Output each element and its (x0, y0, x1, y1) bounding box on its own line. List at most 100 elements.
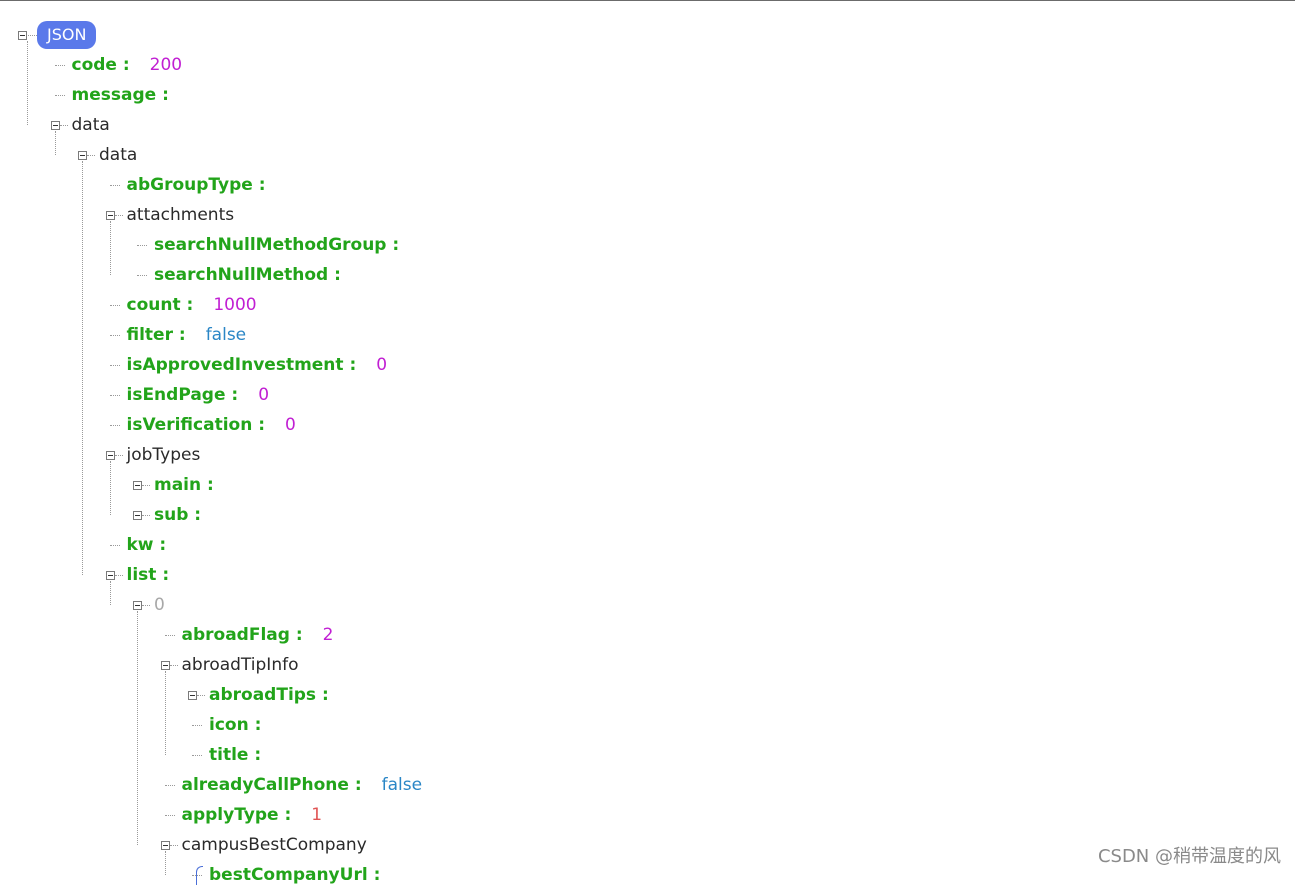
node-key: attachments (126, 205, 235, 225)
node-key: list : (126, 565, 170, 585)
tree-connector (114, 575, 123, 576)
tree-node[interactable]: alreadyCallPhone : false (182, 773, 423, 797)
node-key: abroadFlag : (181, 625, 303, 645)
tree-connector (59, 125, 68, 126)
tree-node[interactable]: data (99, 143, 137, 167)
collapse-toggle-main[interactable] (133, 481, 142, 490)
tree-connector (27, 41, 28, 125)
tree-connector (109, 545, 120, 546)
node-key: count : (126, 295, 194, 315)
tree-node[interactable]: list : (127, 563, 170, 587)
collapse-toggle-attachments[interactable] (105, 211, 115, 220)
node-value: false (205, 325, 247, 345)
tree-connector (192, 755, 202, 756)
tree-node[interactable]: bestCompanyUrl : (209, 863, 380, 887)
node-key: abroadTips : (209, 685, 329, 705)
tree-connector (164, 785, 175, 786)
node-key: isVerification : (126, 415, 266, 435)
node-value: 1 (311, 805, 323, 825)
tree-connector (109, 365, 120, 366)
node-key: isEndPage : (126, 385, 239, 405)
tree-node[interactable]: title : (209, 743, 261, 767)
collapse-toggle-root[interactable] (18, 31, 27, 40)
tree-node[interactable]: message : (72, 83, 169, 107)
tree-node[interactable]: 0 (154, 593, 165, 617)
tree-connector (142, 515, 150, 516)
collapse-toggle-0[interactable] (133, 601, 142, 610)
tree-connector (164, 815, 175, 816)
node-key: title : (209, 745, 262, 765)
root-json-badge[interactable]: JSON (37, 21, 97, 49)
tree-connector (137, 611, 138, 845)
tree-node[interactable]: applyType : 1 (182, 803, 323, 827)
collapse-toggle-campusbestcompany[interactable] (160, 841, 170, 850)
tree-connector (109, 395, 120, 396)
node-key: searchNullMethodGroup : (154, 235, 400, 255)
node-key: jobTypes (126, 445, 201, 465)
node-key: kw : (126, 535, 167, 555)
tree-node[interactable]: kw : (127, 533, 167, 557)
tree-connector (54, 65, 65, 66)
tree-connector (109, 461, 111, 515)
collapse-toggle-sub[interactable] (133, 511, 142, 520)
tree-connector (164, 671, 166, 755)
tree-node[interactable]: attachments (127, 203, 235, 227)
tree-node[interactable]: main : (154, 473, 214, 497)
node-key: applyType : (181, 805, 292, 825)
tree-connector (142, 605, 150, 606)
node-key: campusBestCompany (181, 835, 367, 855)
node-value: 0 (258, 385, 270, 405)
tree-connector (169, 665, 178, 666)
tree-node[interactable]: isApprovedInvestment : 0 (127, 353, 388, 377)
collapse-toggle-abroadtipinfo[interactable] (160, 661, 170, 670)
node-key: data (99, 145, 138, 165)
node-key: code : (71, 55, 130, 75)
tree-node[interactable]: count : 1000 (127, 293, 257, 317)
tree-node[interactable]: abroadFlag : 2 (182, 623, 334, 647)
tree-node[interactable]: code : 200 (72, 53, 183, 77)
tree-connector (28, 35, 37, 36)
tree-node[interactable]: abGroupType : (127, 173, 266, 197)
tree-node[interactable]: abroadTipInfo (182, 653, 299, 677)
node-key: alreadyCallPhone : (181, 775, 362, 795)
node-value: 0 (285, 415, 296, 435)
node-value: 200 (149, 55, 183, 75)
tree-node[interactable]: abroadTips : (209, 683, 329, 707)
tree-connector (54, 95, 65, 96)
collapse-toggle-list[interactable] (105, 571, 115, 580)
tree-node[interactable]: isVerification : 0 (127, 413, 296, 437)
collapse-toggle-data[interactable] (50, 121, 60, 130)
tree-node[interactable]: jobTypes (127, 443, 201, 467)
node-key: bestCompanyUrl : (209, 865, 381, 885)
node-value: false (381, 775, 423, 795)
tree-node[interactable]: sub : (154, 503, 201, 527)
tree-node[interactable]: icon : (209, 713, 261, 737)
tree-node[interactable]: searchNullMethod : (154, 263, 341, 287)
tree-connector (109, 335, 120, 336)
node-key: abroadTipInfo (181, 655, 299, 675)
tree-node[interactable]: filter : false (127, 323, 247, 347)
collapse-toggle-abroadtips[interactable] (188, 691, 197, 700)
node-value: 0 (376, 355, 388, 375)
tree-connector (192, 725, 202, 726)
tree-node[interactable]: data (72, 113, 110, 137)
array-bracket-icon (196, 866, 203, 885)
node-key: sub : (154, 505, 202, 525)
tree-connector (109, 305, 120, 306)
collapse-toggle-jobtypes[interactable] (105, 451, 115, 460)
tree-connector (109, 185, 120, 186)
tree-connector (197, 695, 205, 696)
node-value: 2 (322, 625, 334, 645)
tree-node[interactable]: isEndPage : 0 (127, 383, 270, 407)
tree-connector (137, 245, 147, 246)
tree-node[interactable]: searchNullMethodGroup : (154, 233, 399, 257)
node-key: 0 (154, 595, 165, 615)
tree-connector (114, 215, 123, 216)
tree-connector (164, 635, 175, 636)
collapse-toggle-data[interactable] (78, 151, 87, 160)
node-key: icon : (209, 715, 262, 735)
node-key: main : (154, 475, 214, 495)
node-key: abGroupType : (126, 175, 266, 195)
tree-node[interactable]: campusBestCompany (182, 833, 367, 857)
watermark: CSDN @稍带温度的风 (1097, 846, 1281, 867)
